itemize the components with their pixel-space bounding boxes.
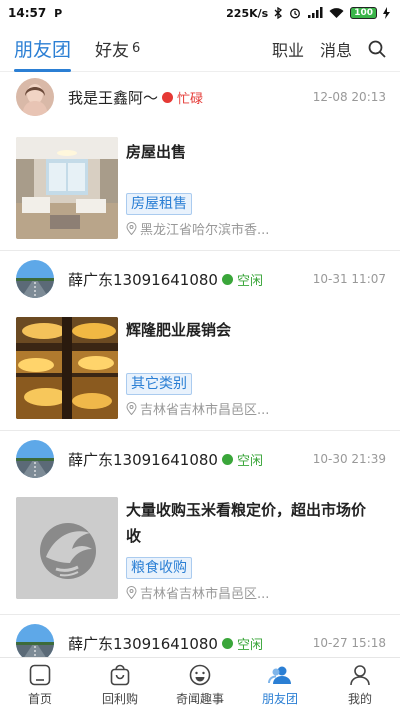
tab-label: 好友 — [95, 41, 130, 61]
friends-icon — [268, 666, 291, 684]
post-title-line1: 大量收购玉米看粮定价，超出市场价 — [126, 501, 367, 519]
status-dot — [162, 91, 174, 103]
post-header: 我是王鑫阿～ 忙碌 12-08 20:13 — [16, 77, 386, 117]
app-notification-icon: P — [54, 6, 63, 20]
user-status: 空闲 — [221, 450, 263, 469]
nav-label: 首页 — [27, 692, 52, 706]
avatar[interactable] — [16, 440, 54, 478]
avatar[interactable] — [16, 78, 54, 116]
nav-label: 回利购 — [101, 692, 138, 706]
post-card[interactable]: 薛广东13091641080 空闲 10-27 15:18 — [0, 615, 400, 657]
top-tab-bar: 朋友团 好友 6 职业 消息 — [0, 26, 400, 72]
location-text: 吉林省吉林市昌邑区... — [140, 403, 270, 418]
wifi-icon — [329, 8, 344, 18]
status-bar-right: 225K/s 100 — [226, 7, 390, 20]
home-icon — [29, 664, 51, 686]
signal-icon — [308, 7, 323, 18]
user-status: 空闲 — [221, 634, 263, 653]
nav-label: 朋友团 — [261, 692, 298, 706]
post-time: 10-27 15:18 — [312, 636, 386, 650]
tab-label: 朋友团 — [14, 39, 72, 61]
post-image[interactable] — [16, 317, 118, 419]
nav-label: 奇闻趣事 — [175, 692, 224, 706]
post-time: 10-31 11:07 — [312, 272, 386, 286]
category-tag[interactable]: 粮食收购 — [126, 557, 192, 579]
post-header: 薛广东13091641080 空闲 10-30 21:39 — [16, 439, 386, 479]
tab-friend-group[interactable]: 朋友团 — [14, 26, 72, 72]
status-dot — [221, 453, 233, 465]
status-dot — [221, 637, 233, 649]
alarm-icon — [290, 8, 301, 19]
charging-icon — [383, 7, 390, 19]
username[interactable]: 薛广东13091641080 — [68, 449, 218, 470]
smile-icon — [189, 664, 211, 686]
post-title[interactable]: 房屋出售 — [126, 139, 388, 165]
post-location: 吉林省吉林市昌邑区... — [126, 583, 281, 602]
username[interactable]: 薛广东13091641080 — [68, 633, 218, 654]
user-status: 忙碌 — [162, 88, 203, 107]
bluetooth-icon — [274, 7, 283, 19]
shopping-bag-icon — [110, 664, 130, 686]
post-location: 吉林省吉林市昌邑区... — [126, 399, 281, 418]
location-pin-icon — [126, 402, 137, 415]
tab-friends[interactable]: 好友 6 — [95, 26, 140, 72]
post-feed: 我是王鑫阿～ 忙碌 12-08 20:13 房屋出售 房屋租售 黑龙江省哈尔滨市… — [0, 73, 400, 657]
horse-logo-icon — [16, 497, 118, 599]
career-button[interactable]: 职业 — [272, 37, 304, 61]
person-icon — [350, 665, 370, 686]
post-image[interactable] — [16, 137, 118, 239]
status-label: 空闲 — [236, 453, 263, 469]
username[interactable]: 我是王鑫阿～ — [68, 87, 158, 108]
battery-icon: 100 — [350, 7, 377, 19]
network-speed: 225K/s — [226, 6, 269, 20]
bottom-navigation: 首页 回利购 奇闻趣事 朋友团 我的 — [0, 657, 400, 712]
status-label: 忙碌 — [177, 91, 204, 107]
post-title-line2: 收 — [126, 527, 142, 545]
category-tag[interactable]: 其它类别 — [126, 373, 192, 395]
status-label: 空闲 — [236, 273, 263, 289]
location-text: 吉林省吉林市昌邑区... — [140, 587, 270, 602]
nav-home[interactable]: 首页 — [0, 658, 80, 712]
post-card[interactable]: 薛广东13091641080 空闲 10-31 11:07 辉隆肥业展销会 其它… — [0, 251, 400, 431]
clock: 14:57 — [8, 6, 47, 20]
user-status: 空闲 — [221, 270, 263, 289]
friends-count-badge: 6 — [132, 41, 141, 56]
messages-button[interactable]: 消息 — [320, 37, 352, 61]
nav-stories[interactable]: 奇闻趣事 — [160, 658, 240, 712]
post-image-placeholder[interactable] — [16, 497, 118, 599]
avatar[interactable] — [16, 260, 54, 298]
nav-label: 我的 — [347, 692, 372, 706]
search-icon[interactable] — [368, 40, 386, 58]
post-time: 12-08 20:13 — [312, 90, 386, 104]
username[interactable]: 薛广东13091641080 — [68, 269, 218, 290]
avatar[interactable] — [16, 624, 54, 657]
header-actions: 职业 消息 — [272, 37, 386, 61]
location-pin-icon — [126, 222, 137, 235]
nav-profile[interactable]: 我的 — [320, 658, 400, 712]
post-card[interactable]: 我是王鑫阿～ 忙碌 12-08 20:13 房屋出售 房屋租售 黑龙江省哈尔滨市… — [0, 73, 400, 251]
category-tag[interactable]: 房屋租售 — [126, 193, 192, 215]
nav-shop[interactable]: 回利购 — [80, 658, 160, 712]
post-title[interactable]: 大量收购玉米看粮定价，超出市场价 收 — [126, 497, 388, 549]
post-time: 10-30 21:39 — [312, 452, 386, 466]
post-title[interactable]: 辉隆肥业展销会 — [126, 317, 388, 343]
location-text: 黑龙江省哈尔滨市香... — [140, 223, 270, 238]
post-header: 薛广东13091641080 空闲 10-27 15:18 — [16, 623, 386, 657]
status-bar: 14:57 P 225K/s 100 — [0, 0, 400, 26]
nav-friend-group[interactable]: 朋友团 — [240, 658, 320, 712]
status-bar-left: 14:57 P — [8, 6, 64, 20]
post-card[interactable]: 薛广东13091641080 空闲 10-30 21:39 大量收购玉米看粮定价… — [0, 431, 400, 615]
location-pin-icon — [126, 586, 137, 599]
post-header: 薛广东13091641080 空闲 10-31 11:07 — [16, 259, 386, 299]
status-dot — [221, 273, 233, 285]
post-location: 黑龙江省哈尔滨市香... — [126, 219, 281, 238]
status-label: 空闲 — [236, 637, 263, 653]
